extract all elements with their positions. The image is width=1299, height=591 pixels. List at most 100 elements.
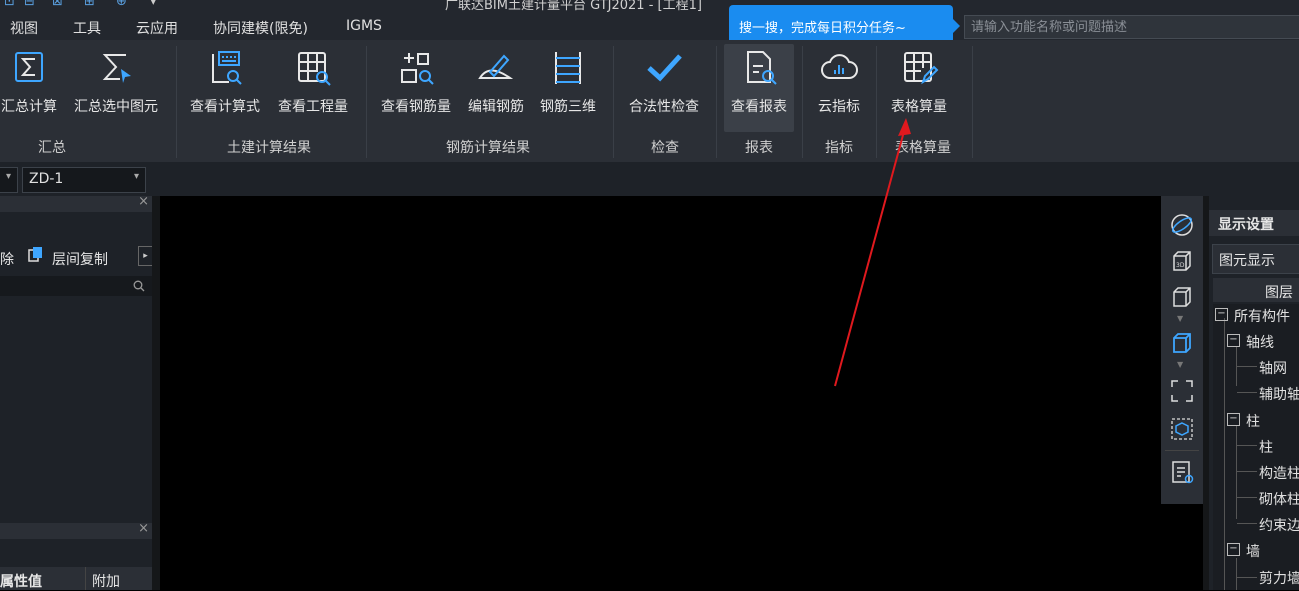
report-icon bbox=[747, 51, 777, 85]
splitter[interactable] bbox=[152, 196, 160, 590]
view-formula-button[interactable]: 查看计算式 bbox=[185, 44, 265, 132]
quick-access-icon[interactable]: ⊡ bbox=[4, 0, 15, 9]
more-icon[interactable]: ▸ bbox=[138, 246, 153, 266]
group-label-civil: 土建计算结果 bbox=[227, 140, 311, 156]
tree-item[interactable]: 剪力墙 bbox=[1259, 568, 1299, 588]
tree-branch bbox=[1237, 445, 1257, 446]
tree-branch bbox=[1237, 392, 1257, 393]
orbit-icon[interactable] bbox=[1169, 212, 1195, 238]
menu-item-cloud[interactable]: 云应用 bbox=[136, 18, 178, 38]
rebar-3d-icon bbox=[555, 52, 581, 84]
sigma-select-icon bbox=[102, 54, 131, 83]
search-input[interactable] bbox=[965, 16, 1297, 38]
tree-guide bbox=[1236, 558, 1237, 590]
menu-item-collab[interactable]: 协同建模(限免) bbox=[213, 18, 308, 38]
chevron-down-icon: ▾ bbox=[5, 171, 11, 182]
tree-branch bbox=[1237, 577, 1257, 578]
tree-item[interactable]: 约束边 bbox=[1259, 515, 1299, 535]
tree-branch bbox=[1237, 497, 1257, 498]
tree-item[interactable]: 辅助轴 bbox=[1259, 384, 1299, 404]
tree-item[interactable]: 所有构件 bbox=[1234, 306, 1290, 326]
button-label: 查看计算式 bbox=[190, 99, 260, 115]
tree-item[interactable]: 柱 bbox=[1246, 411, 1260, 431]
group-label-check: 检查 bbox=[651, 140, 679, 156]
tree-item[interactable]: 轴线 bbox=[1246, 332, 1274, 352]
column-header: 图层 bbox=[1265, 285, 1293, 301]
collapse-icon[interactable]: − bbox=[1227, 413, 1240, 426]
annotation-arrow bbox=[834, 118, 911, 387]
fullscreen-icon[interactable] bbox=[1169, 378, 1195, 404]
view-quantity-button[interactable]: 查看工程量 bbox=[271, 44, 355, 132]
rebar-3d-button[interactable]: 钢筋三维 bbox=[533, 44, 603, 132]
menu-item-view[interactable]: 视图 bbox=[10, 18, 38, 38]
group-label-rebar: 钢筋计算结果 bbox=[446, 140, 530, 156]
ribbon-separator bbox=[972, 46, 973, 158]
ribbon-separator bbox=[613, 46, 614, 158]
display-settings-panel: 显示设置 图元显示 图层 − 所有构件 − 轴线 轴网 辅助轴 − 柱 柱 构造… bbox=[1209, 196, 1299, 590]
quick-access-icon[interactable]: ⊞ bbox=[84, 0, 95, 9]
tree-branch bbox=[1237, 366, 1257, 367]
layer-tree: − 所有构件 − 轴线 轴网 辅助轴 − 柱 柱 构造柱 砌体柱 约束边 − 墙… bbox=[1213, 304, 1299, 590]
tree-item[interactable]: 柱 bbox=[1259, 437, 1273, 457]
tree-column-header: 图层 bbox=[1213, 278, 1299, 302]
edit-rebar-button[interactable]: 编辑钢筋 bbox=[462, 44, 530, 132]
panel-title: 显示设置 bbox=[1218, 217, 1274, 233]
quick-access-icon[interactable]: ⊕ bbox=[116, 0, 127, 9]
collapse-icon[interactable]: − bbox=[1227, 543, 1240, 556]
tree-branch bbox=[1237, 523, 1257, 524]
chevron-down-icon: ▾ bbox=[133, 171, 139, 182]
sum-selected-button[interactable]: 汇总选中图元 bbox=[68, 44, 164, 132]
select-box-icon[interactable] bbox=[1169, 416, 1195, 442]
button-label: 合法性检查 bbox=[629, 99, 699, 115]
quick-access-icon[interactable]: ⊠ bbox=[52, 0, 63, 9]
combo-bar: ▾ ZD-1 ▾ bbox=[0, 162, 1299, 196]
copy-icon bbox=[28, 246, 44, 262]
legality-check-button[interactable]: 合法性检查 bbox=[622, 44, 706, 132]
delete-button[interactable]: 除 bbox=[0, 249, 14, 269]
floor-copy-button[interactable]: 层间复制 bbox=[52, 249, 108, 269]
ribbon-separator bbox=[176, 46, 177, 158]
tree-item[interactable]: 轴网 bbox=[1259, 358, 1287, 378]
button-label: 查看钢筋量 bbox=[381, 99, 451, 115]
ribbon-separator bbox=[366, 46, 367, 158]
tooltip-tail bbox=[953, 19, 960, 33]
panel-title-bar: 显示设置 bbox=[1209, 210, 1299, 236]
view-rebar-button[interactable]: 查看钢筋量 bbox=[374, 44, 458, 132]
sum-calc-button[interactable]: 汇总计算 bbox=[0, 44, 62, 132]
column-divider bbox=[85, 567, 86, 590]
toolbar-divider bbox=[1165, 450, 1199, 451]
column-header: 附加 bbox=[92, 574, 120, 590]
edit-rebar-icon bbox=[478, 54, 514, 79]
menu-item-igms[interactable]: IGMS bbox=[346, 18, 382, 34]
tree-guide bbox=[1224, 318, 1225, 590]
chevron-down-icon[interactable]: ▾ bbox=[150, 0, 157, 9]
component-search[interactable] bbox=[0, 276, 155, 296]
tree-item[interactable]: 构造柱 bbox=[1259, 463, 1299, 483]
quick-access-icon[interactable]: ⊟ bbox=[24, 0, 35, 9]
floor-select[interactable]: ▾ bbox=[0, 167, 18, 193]
view-formula-icon bbox=[212, 51, 242, 85]
column-header: 属性值 bbox=[0, 574, 42, 590]
tab-element-display[interactable]: 图元显示 bbox=[1212, 244, 1299, 274]
view-report-button[interactable]: 查看报表 bbox=[724, 44, 794, 132]
cube-view-icon[interactable] bbox=[1169, 284, 1195, 310]
left-panel: × 除 层间复制 ▸ × 属性值 附加 bbox=[0, 194, 157, 590]
collapse-icon[interactable]: − bbox=[1227, 334, 1240, 347]
tree-item[interactable]: 砌体柱 bbox=[1259, 489, 1299, 509]
close-icon[interactable]: × bbox=[138, 194, 149, 209]
cube-3d-icon[interactable]: 3D bbox=[1169, 248, 1195, 274]
tree-item[interactable]: 墙 bbox=[1246, 541, 1260, 561]
chevron-down-icon[interactable]: ▼ bbox=[1177, 360, 1183, 369]
check-icon bbox=[647, 54, 682, 82]
layer-settings-icon[interactable] bbox=[1169, 459, 1195, 485]
component-select[interactable]: ZD-1 ▾ bbox=[22, 167, 146, 193]
menu-item-tools[interactable]: 工具 bbox=[73, 18, 101, 38]
collapse-icon[interactable]: − bbox=[1215, 308, 1228, 321]
tree-guide bbox=[1236, 425, 1237, 519]
ribbon: 汇总计算 汇总选中图元 查看计算式 查看工程量 查看钢筋量 编辑钢筋 钢筋三维 … bbox=[0, 40, 1299, 162]
button-label: 查看报表 bbox=[731, 99, 787, 115]
chevron-down-icon[interactable]: ▼ bbox=[1177, 314, 1183, 323]
close-icon[interactable]: × bbox=[138, 521, 149, 536]
cube-solid-icon[interactable] bbox=[1169, 330, 1195, 356]
tooltip-text: 搜一搜，完成每日积分任务~ bbox=[739, 21, 906, 36]
